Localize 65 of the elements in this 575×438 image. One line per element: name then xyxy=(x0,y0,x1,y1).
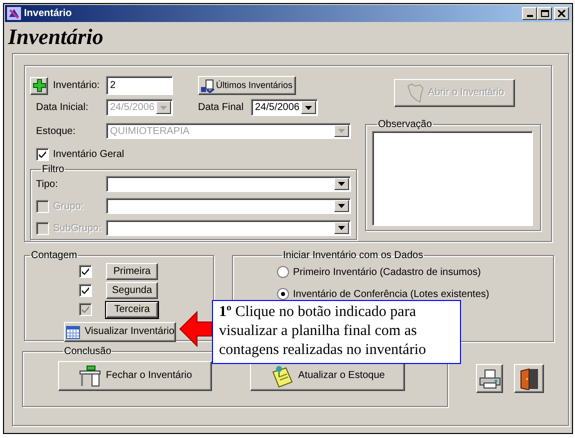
group-label: Contagem xyxy=(30,250,78,261)
filter-select[interactable] xyxy=(106,198,351,214)
radio-button[interactable] xyxy=(277,266,289,278)
door-icon xyxy=(519,368,539,390)
caret-icon xyxy=(305,106,312,110)
checkbox-label: Inventário Geral xyxy=(53,148,124,162)
caret-icon xyxy=(338,129,345,133)
window-title: Inventário xyxy=(24,7,72,21)
field-label: Inventário: xyxy=(53,79,101,93)
minimize-button[interactable] xyxy=(522,7,537,20)
field-label: Tipo: xyxy=(36,178,59,192)
spreadsheet-icon xyxy=(66,326,80,338)
dropdown-button[interactable] xyxy=(334,200,349,212)
field-label: Data Final xyxy=(198,101,245,115)
group-label: Observação xyxy=(377,119,433,130)
print-button[interactable] xyxy=(476,364,503,393)
ultimos-inventarios-button[interactable]: Últimos Inventários xyxy=(198,76,296,95)
map-icon xyxy=(404,83,425,103)
filter-select[interactable] xyxy=(106,176,351,192)
note-icon xyxy=(270,364,294,388)
maximize-icon xyxy=(540,10,548,17)
field-label: Estoque: xyxy=(36,124,76,138)
checkbox[interactable] xyxy=(79,284,92,297)
observacao-textarea[interactable] xyxy=(372,131,533,226)
desk-icon xyxy=(78,364,102,388)
dropdown-button[interactable] xyxy=(334,222,349,234)
count-button[interactable]: Primeira xyxy=(106,263,158,280)
close-icon xyxy=(558,10,566,17)
radio-label: Inventário de Conferência (Lotes existentes) xyxy=(293,288,490,302)
visualizar-inventario-button[interactable]: Visualizar Inventário xyxy=(64,322,176,342)
group-label: Filtro xyxy=(41,164,66,175)
field-label: Data Inicial: xyxy=(36,101,90,115)
caret-icon xyxy=(338,182,345,186)
check-icon xyxy=(82,268,89,275)
caret-icon xyxy=(338,226,345,230)
caret-icon xyxy=(160,106,167,110)
caret-icon xyxy=(338,204,345,208)
callout-text: 1º Clique no botão indicado para visualizar a planilha final com as contagens realizadas no inventário xyxy=(212,300,461,364)
radio-label: Primeiro Inventário (Cadastro de insumos) xyxy=(293,266,481,280)
filter-select[interactable] xyxy=(106,220,351,236)
group-label: Conclusão xyxy=(63,346,112,357)
plus-icon xyxy=(32,79,46,92)
conclusao-button[interactable]: Fechar o Inventário xyxy=(58,361,212,391)
add-button[interactable] xyxy=(30,76,48,94)
printer-icon xyxy=(478,368,500,388)
count-button[interactable]: Segunda xyxy=(106,282,158,299)
inventario-input[interactable]: 2 xyxy=(106,76,173,95)
conclusao-button[interactable]: Atualizar o Estoque xyxy=(250,361,405,391)
close-button[interactable] xyxy=(554,7,569,20)
dropdown-button[interactable] xyxy=(334,178,349,190)
exit-button[interactable] xyxy=(514,364,544,393)
app-icon xyxy=(7,7,21,20)
group-label: Iniciar Inventário com os Dados xyxy=(282,250,424,261)
check-icon xyxy=(82,306,89,313)
dropdown-button[interactable] xyxy=(301,101,316,114)
date-field[interactable]: 24/5/2006 xyxy=(251,99,318,116)
maximize-button[interactable] xyxy=(537,7,552,20)
documents-icon xyxy=(201,78,215,92)
check-icon xyxy=(82,287,89,294)
checkbox[interactable] xyxy=(79,265,92,278)
arrow-icon xyxy=(179,311,213,347)
radio-button[interactable] xyxy=(277,288,289,300)
check-icon xyxy=(39,150,46,158)
page-heading: Inventário xyxy=(6,23,104,51)
checkbox[interactable] xyxy=(36,148,49,160)
